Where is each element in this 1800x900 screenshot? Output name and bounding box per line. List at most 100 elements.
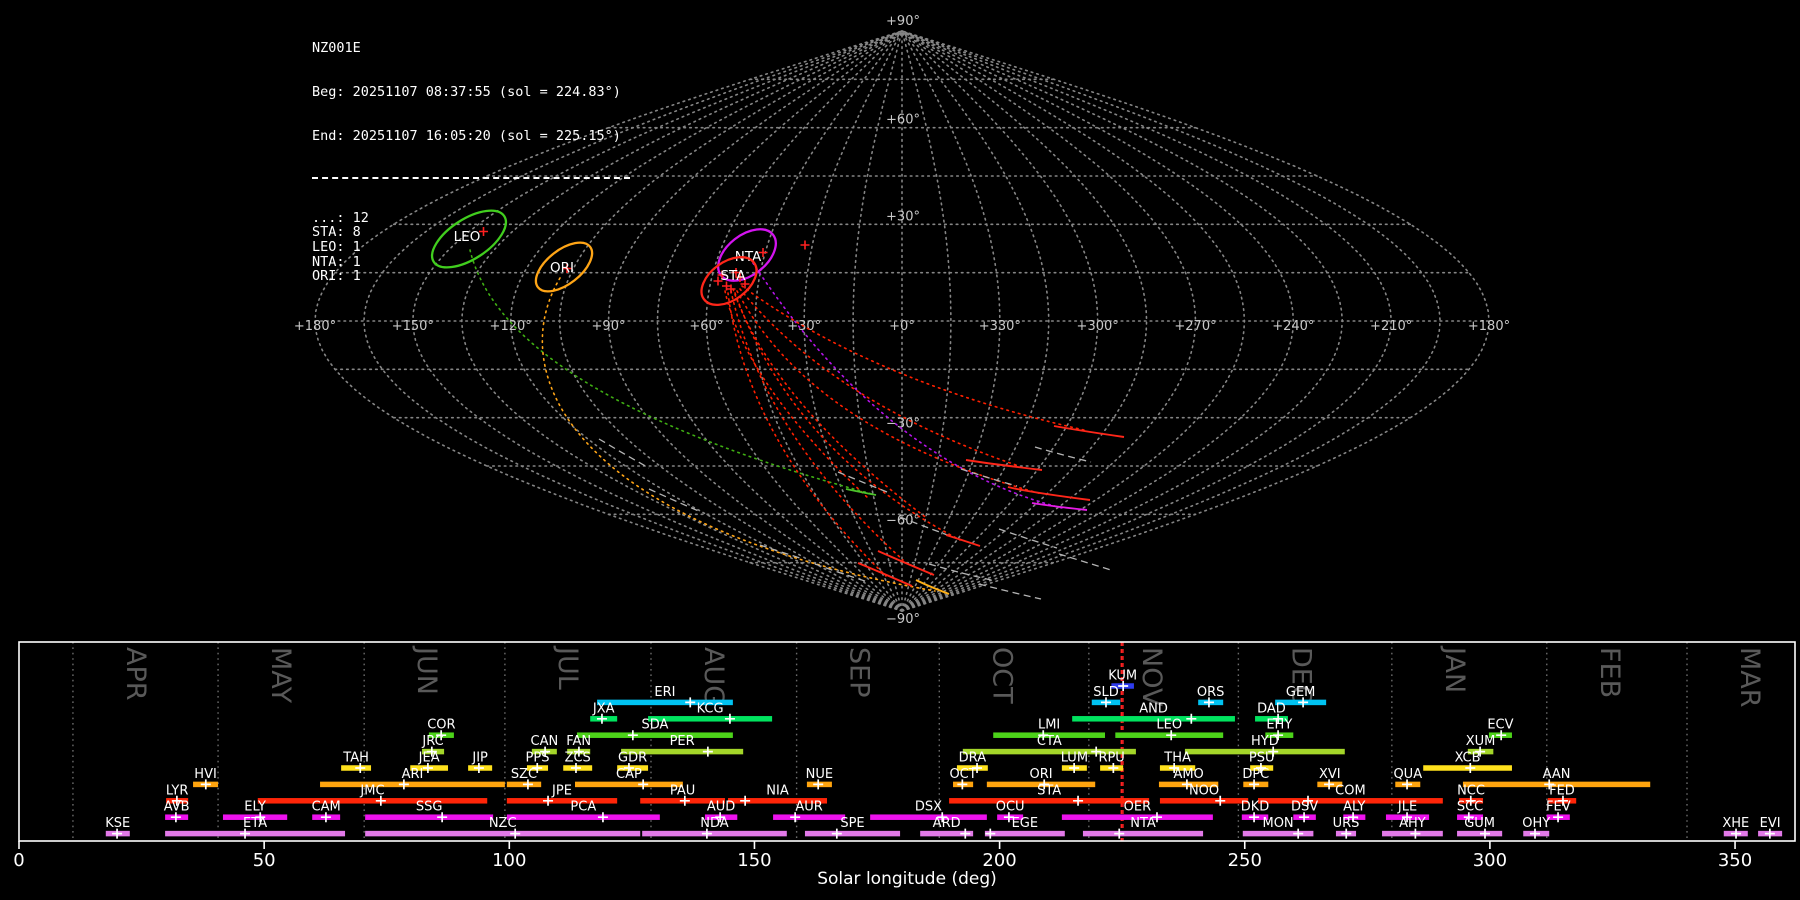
shower-count: NTA: 1 <box>312 253 361 270</box>
station-id: NZ001E <box>312 40 361 57</box>
month-label: APR <box>120 647 151 701</box>
observation-begin: Beg: 20251107 08:37:55 (sol = 224.83°) <box>312 83 621 100</box>
month-label: AUG <box>698 647 729 706</box>
sky-lon-label: +60° <box>689 319 723 334</box>
shower-label: AAN <box>1543 767 1571 782</box>
shower-label: ERI <box>654 685 675 700</box>
month-label: JUL <box>552 645 583 690</box>
month-label: JAN <box>1439 645 1470 693</box>
sky-lat-label: −90° <box>886 612 920 627</box>
shower-rows: KUMERI SLD ORS GEMJXA KCG AND DADCOR SDA LMI LEO E… <box>105 669 1783 839</box>
shower-label: SPE <box>840 816 864 831</box>
shower-label: NZC <box>489 816 517 831</box>
sky-lon-label: +90° <box>592 319 626 334</box>
x-tick-label: 0 <box>13 850 24 871</box>
x-tick-label: 250 <box>1228 850 1262 871</box>
meteor-path-solid <box>845 488 877 496</box>
shower-label: JPE <box>551 783 572 798</box>
sky-lat-label: −30° <box>886 417 920 432</box>
shower-label: KCG <box>697 701 724 716</box>
shower-label: OCU <box>996 800 1025 815</box>
sky-lon-label: +330° <box>979 319 1021 334</box>
shower-label: CAP <box>616 767 642 782</box>
shower-label: PAU <box>670 783 695 798</box>
shower-label: ARD <box>933 816 961 831</box>
shower-bar <box>576 732 733 738</box>
meteor-path-solid <box>945 534 981 547</box>
shower-peak-marker <box>702 746 713 757</box>
shower-label: ARI <box>402 767 424 782</box>
meteor-path-solid <box>1053 425 1125 438</box>
shower-label: GUM <box>1464 816 1495 831</box>
shower-label: CTA <box>1037 734 1062 749</box>
month-label: OCT <box>986 647 1017 704</box>
shower-label: AUR <box>795 800 822 815</box>
sky-lat-label: +90° <box>886 14 920 29</box>
shower-label: NTA <box>1130 816 1156 831</box>
shower-peak-marker <box>627 730 638 741</box>
x-tick-label: 100 <box>492 850 526 871</box>
shower-peak-marker <box>1073 795 1084 806</box>
shower-label: HYD <box>1251 734 1279 749</box>
month-label: SEP <box>844 647 875 697</box>
shower-label: ORS <box>1197 685 1225 700</box>
shower-label: ORI <box>1029 767 1052 782</box>
month-label: NOV <box>1136 647 1167 707</box>
sky-lon-label: +180° <box>1468 319 1510 334</box>
sky-lon-label: +150° <box>392 319 434 334</box>
shower-peak-marker <box>1293 828 1304 839</box>
shower-label: AND <box>1139 701 1168 716</box>
shower-bar <box>642 830 787 837</box>
shower-label: NOO <box>1189 783 1219 798</box>
shower-count: STA: 8 <box>312 224 361 241</box>
shower-label: AMO <box>1173 767 1203 782</box>
shower-count: LEO: 1 <box>312 238 361 255</box>
sporadic-meteor-segment <box>759 544 804 560</box>
shower-label: AHY <box>1399 816 1426 831</box>
radiant-label: STA <box>720 268 746 284</box>
shower-label: MON <box>1262 816 1293 831</box>
sky-lat-label: +30° <box>886 209 920 224</box>
shower-label: JXA <box>592 701 615 716</box>
plot-svg: +180° +150° +120° +90° +60° +30° +0° +330° +300°… <box>13 14 1796 889</box>
shower-label: COM <box>1335 783 1366 798</box>
shower-label: FED <box>1549 783 1575 798</box>
sporadic-meteor-segment <box>1034 446 1092 463</box>
shower-label: TAH <box>342 751 369 766</box>
shower-label: XCB <box>1455 751 1481 766</box>
x-tick-label: 200 <box>982 850 1016 871</box>
sky-lon-label: +270° <box>1174 319 1216 334</box>
shower-peak-marker <box>597 812 608 823</box>
x-tick-label: 300 <box>1473 850 1507 871</box>
sky-lon-label: +210° <box>1370 319 1412 334</box>
shower-bar <box>257 798 488 804</box>
shower-label: ALY <box>1343 800 1365 815</box>
sky-lon-label: +240° <box>1272 319 1314 334</box>
shower-label: PCA <box>570 800 596 815</box>
shower-label: SDA <box>641 718 668 733</box>
shower-count: ORI: 1 <box>312 268 361 285</box>
shower-label: NIA <box>766 783 789 798</box>
meteor-path-solid <box>1007 486 1091 501</box>
sporadic-meteor-segment <box>648 488 702 513</box>
month-label: FEB <box>1594 647 1625 698</box>
shower-bar <box>365 830 641 837</box>
shower-label: LMI <box>1038 718 1060 733</box>
shower-peak-marker <box>1186 713 1197 724</box>
shower-bar <box>506 798 618 804</box>
shower-label: AUD <box>707 800 735 815</box>
shower-label: STA <box>1037 783 1061 798</box>
shower-label: SCC <box>1457 800 1483 815</box>
x-tick-label: 50 <box>253 850 276 871</box>
observation-end: End: 20251107 16:05:20 (sol = 225.15°) <box>312 127 621 144</box>
shower-bar <box>575 781 683 788</box>
shower-label: GDR <box>618 751 647 766</box>
meteor-path-solid <box>1031 502 1088 511</box>
shower-peak-marker <box>685 697 696 708</box>
observation-legend: NZ001E Beg: 20251107 08:37:55 (sol = 224… <box>312 12 630 313</box>
shower-label: DRA <box>959 751 987 766</box>
sky-lat-label: +60° <box>886 113 920 128</box>
shower-row: KSE ETA NZC NDA SPE ARD EGE NTA MON URS AHY GUM OHY X… <box>105 816 1783 839</box>
meteor-trail-dotted <box>734 292 961 541</box>
activity-chart: APR MAY JUN JUL AUG SEP OCT NOV DEC JAN FEB MARKUME… <box>13 641 1796 889</box>
